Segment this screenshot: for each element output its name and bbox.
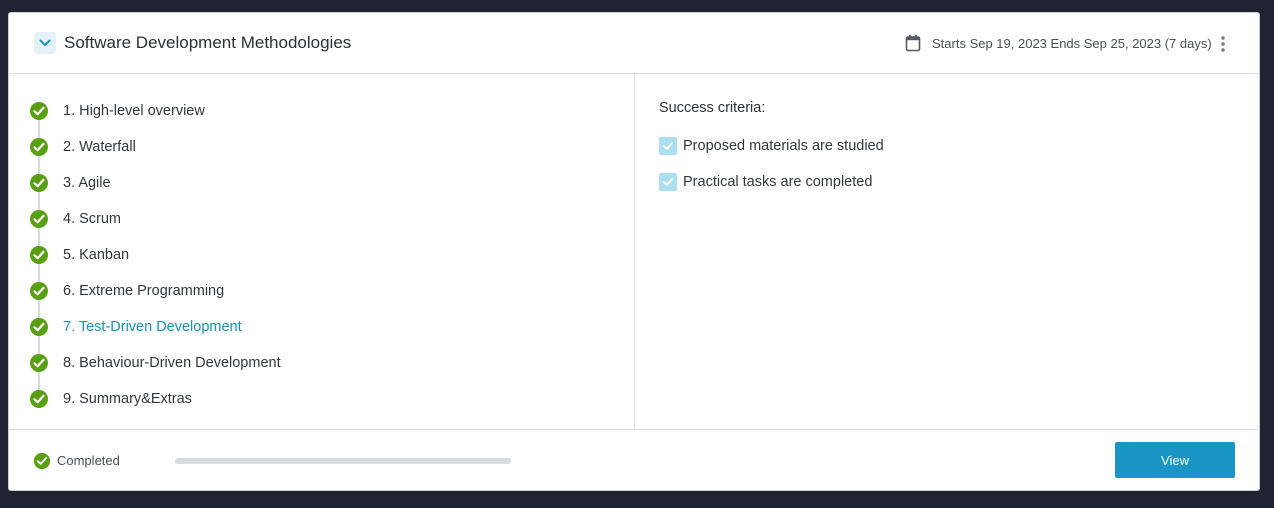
module-step-label[interactable]: 9. Summary&Extras: [63, 391, 192, 407]
module-step-label[interactable]: 6. Extreme Programming: [63, 283, 224, 299]
module-step[interactable]: 1. High-level overview: [29, 101, 205, 121]
module-step-label[interactable]: 5. Kanban: [63, 247, 129, 263]
progress-bar: [175, 458, 511, 464]
status-text: Completed: [57, 453, 120, 468]
criteria-checkbox: [659, 173, 677, 191]
completed-check-icon: [30, 354, 48, 372]
module-step-label[interactable]: 3. Agile: [63, 175, 111, 191]
module-step[interactable]: 3. Agile: [29, 173, 111, 193]
checkmark-icon: [663, 178, 673, 186]
criteria-label: Proposed materials are studied: [683, 138, 884, 154]
module-step-label[interactable]: 8. Behaviour-Driven Development: [63, 355, 281, 371]
module-step[interactable]: 6. Extreme Programming: [29, 281, 224, 301]
completed-check-icon: [30, 318, 48, 336]
module-step[interactable]: 5. Kanban: [29, 245, 129, 265]
completed-check-icon: [30, 282, 48, 300]
module-step[interactable]: 7. Test-Driven Development: [29, 317, 242, 337]
completed-check-icon: [30, 210, 48, 228]
module-step-label[interactable]: 1. High-level overview: [63, 103, 205, 119]
more-options-button[interactable]: [1212, 33, 1234, 55]
module-step-label[interactable]: 2. Waterfall: [63, 139, 136, 155]
criteria-label: Practical tasks are completed: [683, 174, 873, 190]
module-step-label[interactable]: 4. Scrum: [63, 211, 121, 227]
module-step[interactable]: 9. Summary&Extras: [29, 389, 192, 409]
module-step[interactable]: 4. Scrum: [29, 209, 121, 229]
module-step[interactable]: 2. Waterfall: [29, 137, 136, 157]
collapse-toggle-button[interactable]: [34, 32, 56, 54]
kebab-menu-icon: [1221, 36, 1225, 52]
date-range: Starts Sep 19, 2023 Ends Sep 25, 2023 (7…: [932, 36, 1212, 51]
completed-check-icon: [30, 390, 48, 408]
view-button[interactable]: View: [1115, 442, 1235, 478]
completed-check-icon: [30, 102, 48, 120]
success-criteria-panel: Success criteria: Proposed materials are…: [635, 74, 1259, 429]
module-step[interactable]: 8. Behaviour-Driven Development: [29, 353, 281, 373]
criteria-title: Success criteria:: [659, 100, 766, 116]
card-footer: Completed View: [9, 429, 1259, 490]
course-card: Software Development Methodologies Start…: [8, 12, 1260, 491]
module-step-label[interactable]: 7. Test-Driven Development: [63, 319, 242, 335]
course-title: Software Development Methodologies: [64, 33, 352, 52]
criteria-checkbox: [659, 137, 677, 155]
checkmark-icon: [663, 142, 673, 150]
card-header: Software Development Methodologies Start…: [9, 13, 1259, 74]
calendar-icon: [905, 34, 921, 52]
completed-check-icon: [33, 452, 51, 470]
criteria-item: Proposed materials are studied: [659, 136, 884, 156]
completed-check-icon: [30, 138, 48, 156]
criteria-item: Practical tasks are completed: [659, 172, 872, 192]
completed-check-icon: [30, 246, 48, 264]
chevron-down-icon: [39, 39, 51, 46]
progress-fill: [175, 458, 511, 464]
modules-panel: 1. High-level overview 2. Waterfall 3. Agi…: [9, 74, 635, 429]
completed-check-icon: [30, 174, 48, 192]
